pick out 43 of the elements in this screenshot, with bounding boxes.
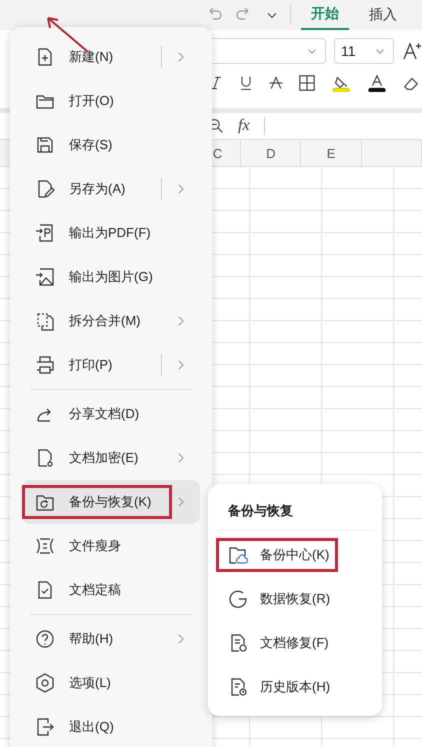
split-merge-icon: [35, 311, 55, 331]
menu-item[interactable]: 输出为图片(G): [22, 255, 200, 299]
menu-item[interactable]: 选项(L): [22, 661, 200, 705]
menu-item[interactable]: 打开(O): [22, 79, 200, 123]
font-size-dropdown[interactable]: 11: [334, 38, 394, 64]
menu-item[interactable]: 帮助(H): [22, 617, 200, 661]
menu-item[interactable]: 文档定稿: [22, 568, 200, 612]
menu-item[interactable]: 拆分合并(M): [22, 299, 200, 343]
underline-icon: [238, 74, 254, 92]
menu-item[interactable]: 打印(P): [22, 343, 200, 387]
compress-icon: [35, 536, 55, 556]
menu-item[interactable]: 文件瘦身: [22, 524, 200, 568]
submenu-item[interactable]: 历史版本(H): [216, 665, 374, 709]
submenu-item[interactable]: 数据恢复(R): [216, 577, 374, 621]
column-header: D: [266, 146, 276, 160]
borders-icon: [298, 74, 316, 92]
submenu-item[interactable]: 文档修复(F): [216, 621, 374, 665]
column-header: C: [212, 146, 222, 160]
increase-font-icon: [402, 41, 422, 61]
submenu-title: 备份与恢复: [216, 498, 374, 531]
menu-item[interactable]: 另存为(A): [22, 167, 200, 211]
printer-icon: [35, 355, 55, 375]
fill-color-icon: [330, 74, 352, 92]
menu-item[interactable]: 输出为PDF(F): [22, 211, 200, 255]
menu-item[interactable]: 新建(N): [22, 35, 200, 79]
save-icon: [35, 135, 55, 155]
help-icon: [35, 629, 55, 649]
function-label[interactable]: fx: [238, 117, 250, 135]
ribbon-tab[interactable]: 插入: [359, 0, 407, 30]
export-image-icon: [35, 267, 55, 287]
column-header: E: [326, 146, 336, 160]
menu-item[interactable]: 备份与恢复(K): [22, 480, 200, 524]
exit-icon: [35, 717, 55, 737]
menu-item[interactable]: 文档加密(E): [22, 436, 200, 480]
restore-icon: [228, 589, 248, 609]
menu-item[interactable]: 退出(Q): [22, 705, 200, 747]
menu-item[interactable]: 保存(S): [22, 123, 200, 167]
menu-item[interactable]: 分享文档(D): [22, 392, 200, 436]
export-pdf-icon: [35, 223, 55, 243]
settings-icon: [35, 673, 55, 693]
submenu-item[interactable]: 备份中心(K): [216, 533, 374, 577]
font-color-icon: [366, 74, 388, 92]
cloud-folder-icon: [228, 545, 248, 565]
